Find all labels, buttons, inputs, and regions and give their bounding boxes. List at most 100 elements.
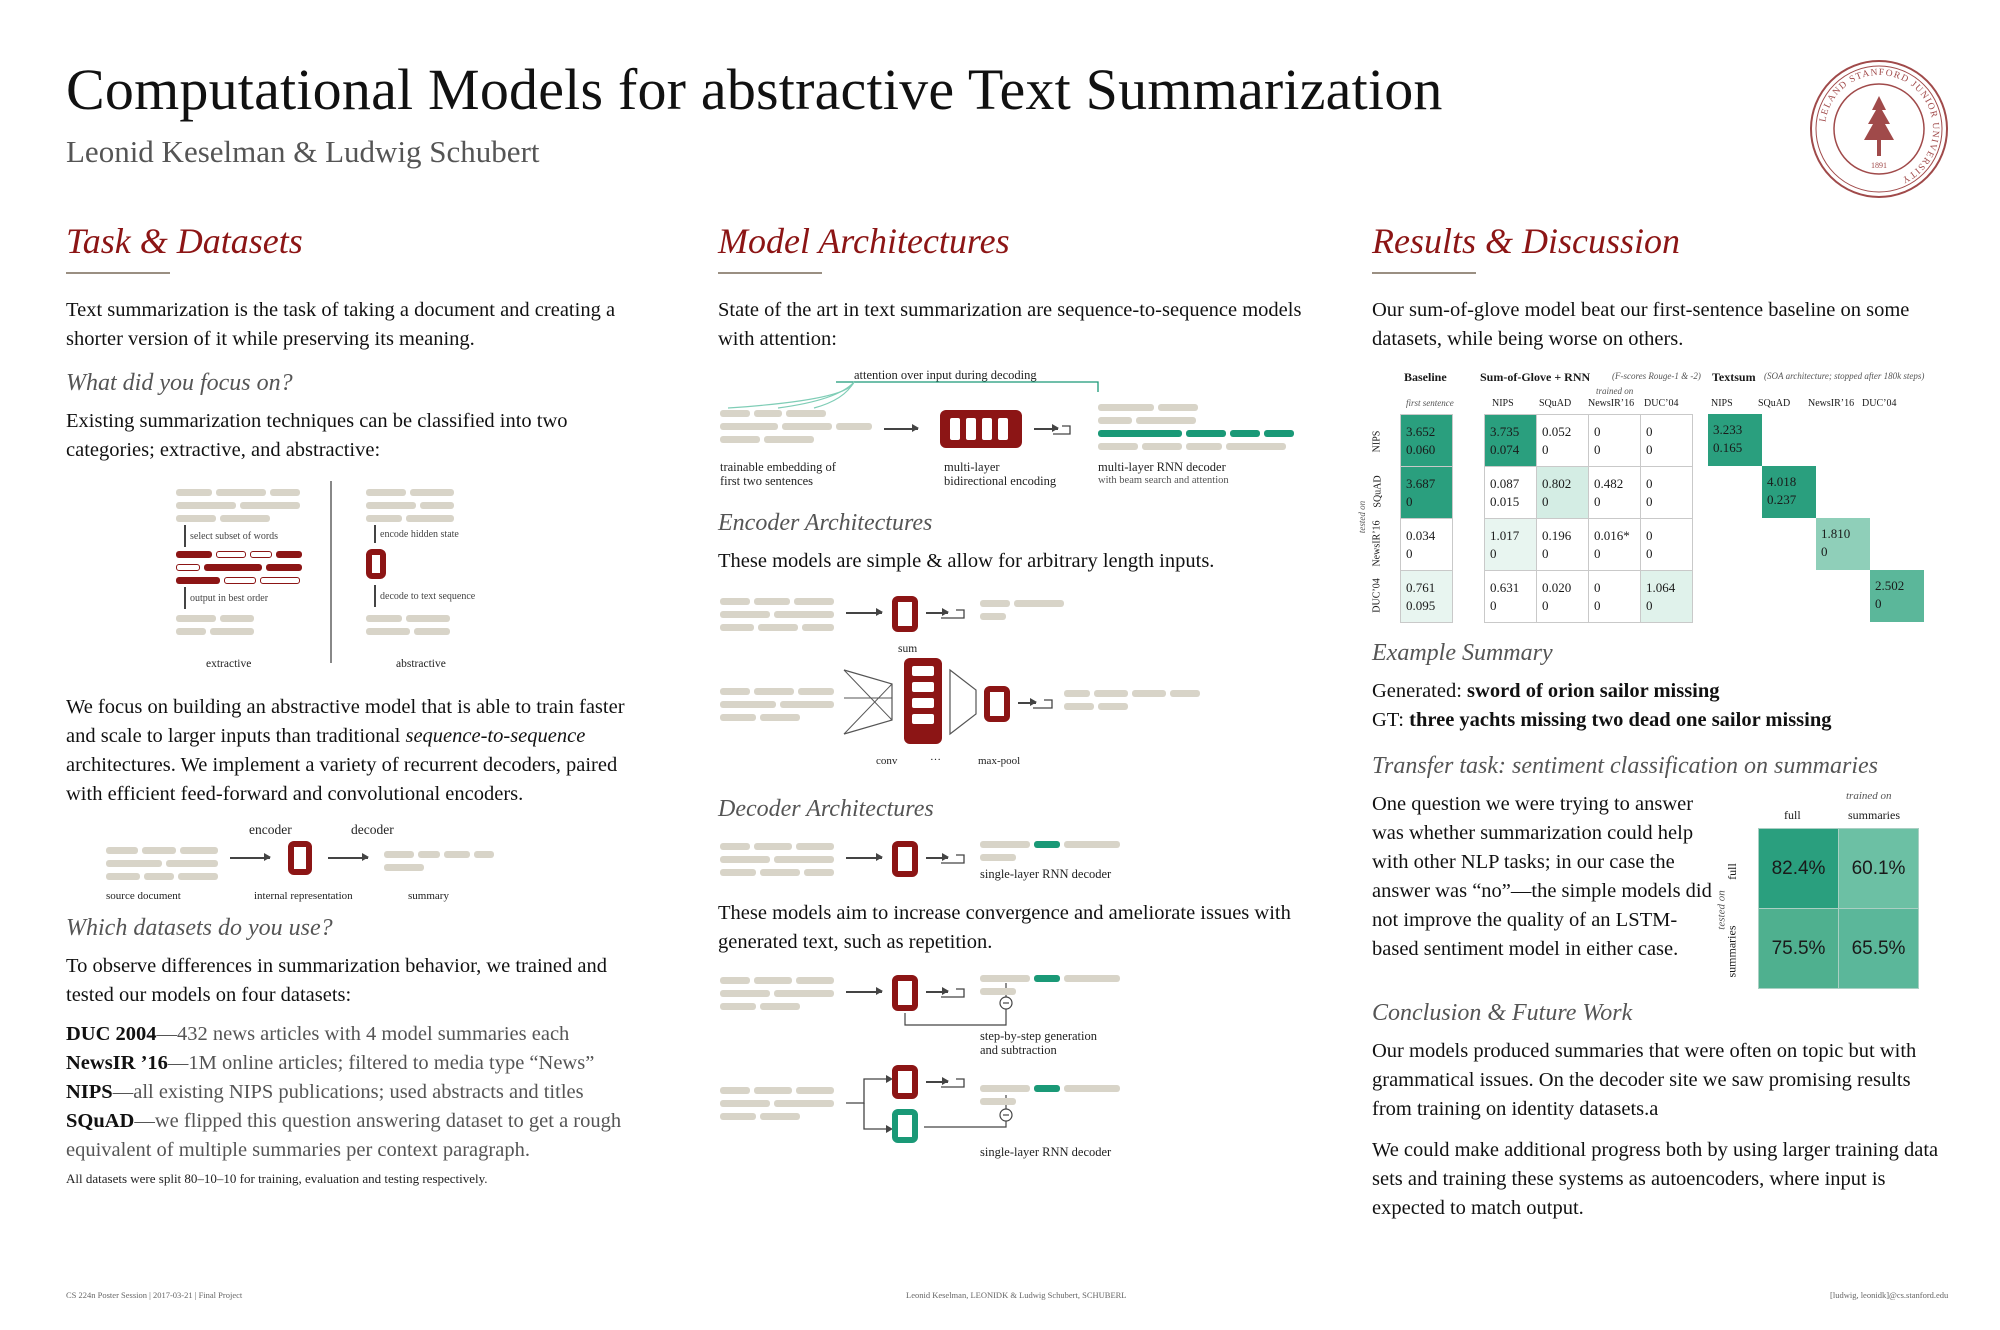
sog-cell: 0.016* 0 [1588,518,1641,571]
results-intro: Our sum-of-glove model beat our first-se… [1372,299,1910,350]
label-encoding-1: multi-layer [944,460,1000,474]
poster-authors: Leonid Keselman & Ludwig Schubert [66,134,540,169]
decoder-figure-2: step-by-step generation and subtraction [718,969,1308,1169]
dataset-item: DUC 2004—432 news articles with 4 model … [66,1023,570,1045]
row-nips: NIPS [1371,430,1383,453]
maxpool-encoder-icon [984,686,1010,722]
encoder-architectures-figure: sum conv … max-pool [718,586,1308,796]
encoder-decoder-figure: encoder decoder source document internal… [66,821,656,909]
sent-cell: 60.1% [1838,828,1919,909]
hidden-state-icon [366,549,386,579]
footer-center: Leonid Keselman, LEONIDK & Ludwig Schube… [906,1290,1127,1300]
col-squad: SQuAD [1539,398,1572,409]
models-intro: State of the art in text summarization a… [718,299,1302,350]
label-decoder-1: multi-layer RNN decoder [1098,460,1226,474]
loop-arrow-icon [941,854,965,864]
conv-stack-icon [904,658,942,744]
label-dots: … [930,751,941,763]
dataset-item: NIPS—all existing NIPS publications; use… [66,1081,584,1103]
col-nips-textsum: NIPS [1711,398,1733,409]
stanford-seal-icon: LELAND STANFORD JUNIOR UNIVERSITY 1891 [1810,60,1948,198]
sent-row-summaries: summaries [1724,925,1739,978]
transfer-text: One question we were trying to answer wa… [1372,793,1712,960]
subsection-transfer-title: Transfer task: sentiment classification … [1372,753,1878,779]
sog-cell: 00 [1640,518,1693,571]
col-newsir: NewsIR’16 [1588,398,1635,409]
sog-cell: 0.482 0 [1588,466,1641,519]
subsection-example-title: Example Summary [1372,640,1553,666]
maxpool-funnel-icon [949,668,977,736]
col-newsir-textsum: NewsIR’16 [1808,398,1855,409]
decoder-state-icon [892,841,918,877]
label-maxpool: max-pool [978,755,1021,767]
section-rule [718,272,822,274]
subsection-focus-title: What did you focus on? [66,370,293,396]
baseline-cell: 0.761 0.095 [1400,570,1453,623]
ground-truth-summary: GT: three yachts missing two dead one sa… [1372,709,1832,731]
section-title-results: Results & Discussion [1372,221,1681,261]
sent-cell: 75.5% [1758,908,1839,989]
footer-right: [ludwig, leonidk]@cs.stanford.edu [1830,1290,1949,1300]
label-abstractive: abstractive [396,658,446,670]
textsum-cell: 2.502 0 [1870,570,1924,622]
baseline-cell: 3.652 0.060 [1400,414,1453,467]
row-duc: DUC’04 [1371,578,1383,613]
label-conv: conv [876,755,898,767]
baseline-cell: 0.034 0 [1400,518,1453,571]
sog-table: 3.735 0.074 0.052 0 00 00 0.087 0.015 0.802… [1484,414,1693,623]
sum-encoder-icon [892,596,918,632]
sog-cell: 0.087 0.015 [1484,466,1537,519]
label-embedding-2: first two sentences [720,474,814,488]
split-note: All datasets were split 80–10–10 for tra… [66,1171,488,1186]
extractive-abstractive-figure: select subset of words output in best or… [66,475,656,685]
section-title-task: Task & Datasets [66,221,303,261]
col-squad-textsum: SQuAD [1758,398,1791,409]
sent-col-full: full [1784,808,1801,822]
label-source-document: source document [106,890,181,902]
header-tested-on: tested on [1357,500,1368,534]
col-nips: NIPS [1492,398,1514,409]
header-sog-note: (F-scores Rouge-1 & -2) [1612,371,1701,381]
section-rule [1372,272,1476,274]
encoder-text: These models are simple & allow for arbi… [718,550,1215,572]
sog-cell: 00 [1640,414,1693,467]
dataset-item: SQuAD—we flipped this question answering… [66,1110,622,1161]
poster-title: Computational Models for abstractive Tex… [66,57,1443,122]
results-table: Baseline Sum-of-Glove + RNN (F-scores Ro… [1357,362,1952,640]
subsection-decoder-title: Decoder Architectures [718,796,934,822]
seal-year: 1891 [1871,161,1887,170]
column-results: Results & Discussion Our sum-of-glove mo… [1357,220,1952,1223]
column-task-datasets: Task & Datasets Text summarization is th… [66,220,656,1187]
header-first-sentence: first sentence [1406,398,1454,408]
label-select-subset: select subset of words [190,531,279,542]
textsum-cell: 3.233 0.165 [1708,414,1762,466]
label-decoder-2: with beam search and attention [1098,475,1229,486]
textsum-cell: 4.018 0.237 [1762,466,1816,518]
conv-funnel-icon [843,669,893,735]
label-step-by-step-2: and subtraction [980,1043,1057,1057]
subsection-datasets-title: Which datasets do you use? [66,915,333,941]
decoder-figure-1: single-layer RNN decoder [718,833,1308,895]
attention-seq2seq-figure: attention over input during decoding tra… [718,364,1308,494]
sog-cell: 0.052 0 [1536,414,1589,467]
label-internal-representation: internal representation [254,890,353,902]
generated-summary: Generated: sword of orion sailor missing [1372,680,1720,702]
header-sog: Sum-of-Glove + RNN [1480,370,1591,384]
loop-arrow-icon [941,609,965,619]
label-decode-text: decode to text sequence [380,591,476,602]
sog-cell: 1.017 0 [1484,518,1537,571]
decoder-text: These models aim to increase convergence… [718,902,1291,953]
sent-col-summaries: summaries [1848,808,1900,822]
label-step-by-step-1: step-by-step generation [980,1029,1097,1043]
datasets-text: To observe differences in summarization … [66,955,607,1006]
sog-cell: 00 [1588,570,1641,623]
loop-arrow-icon [1053,425,1071,435]
focus-text: Existing summarization techniques can be… [66,410,568,461]
sent-trained-on: trained on [1846,790,1892,802]
subsection-encoder-title: Encoder Architectures [718,510,933,536]
label-encode-hidden: encode hidden state [380,529,459,540]
label-embedding-1: trainable embedding of [720,460,836,474]
label-summary: summary [408,890,449,902]
label-extractive: extractive [206,658,252,670]
col-duc-textsum: DUC’04 [1862,398,1897,409]
